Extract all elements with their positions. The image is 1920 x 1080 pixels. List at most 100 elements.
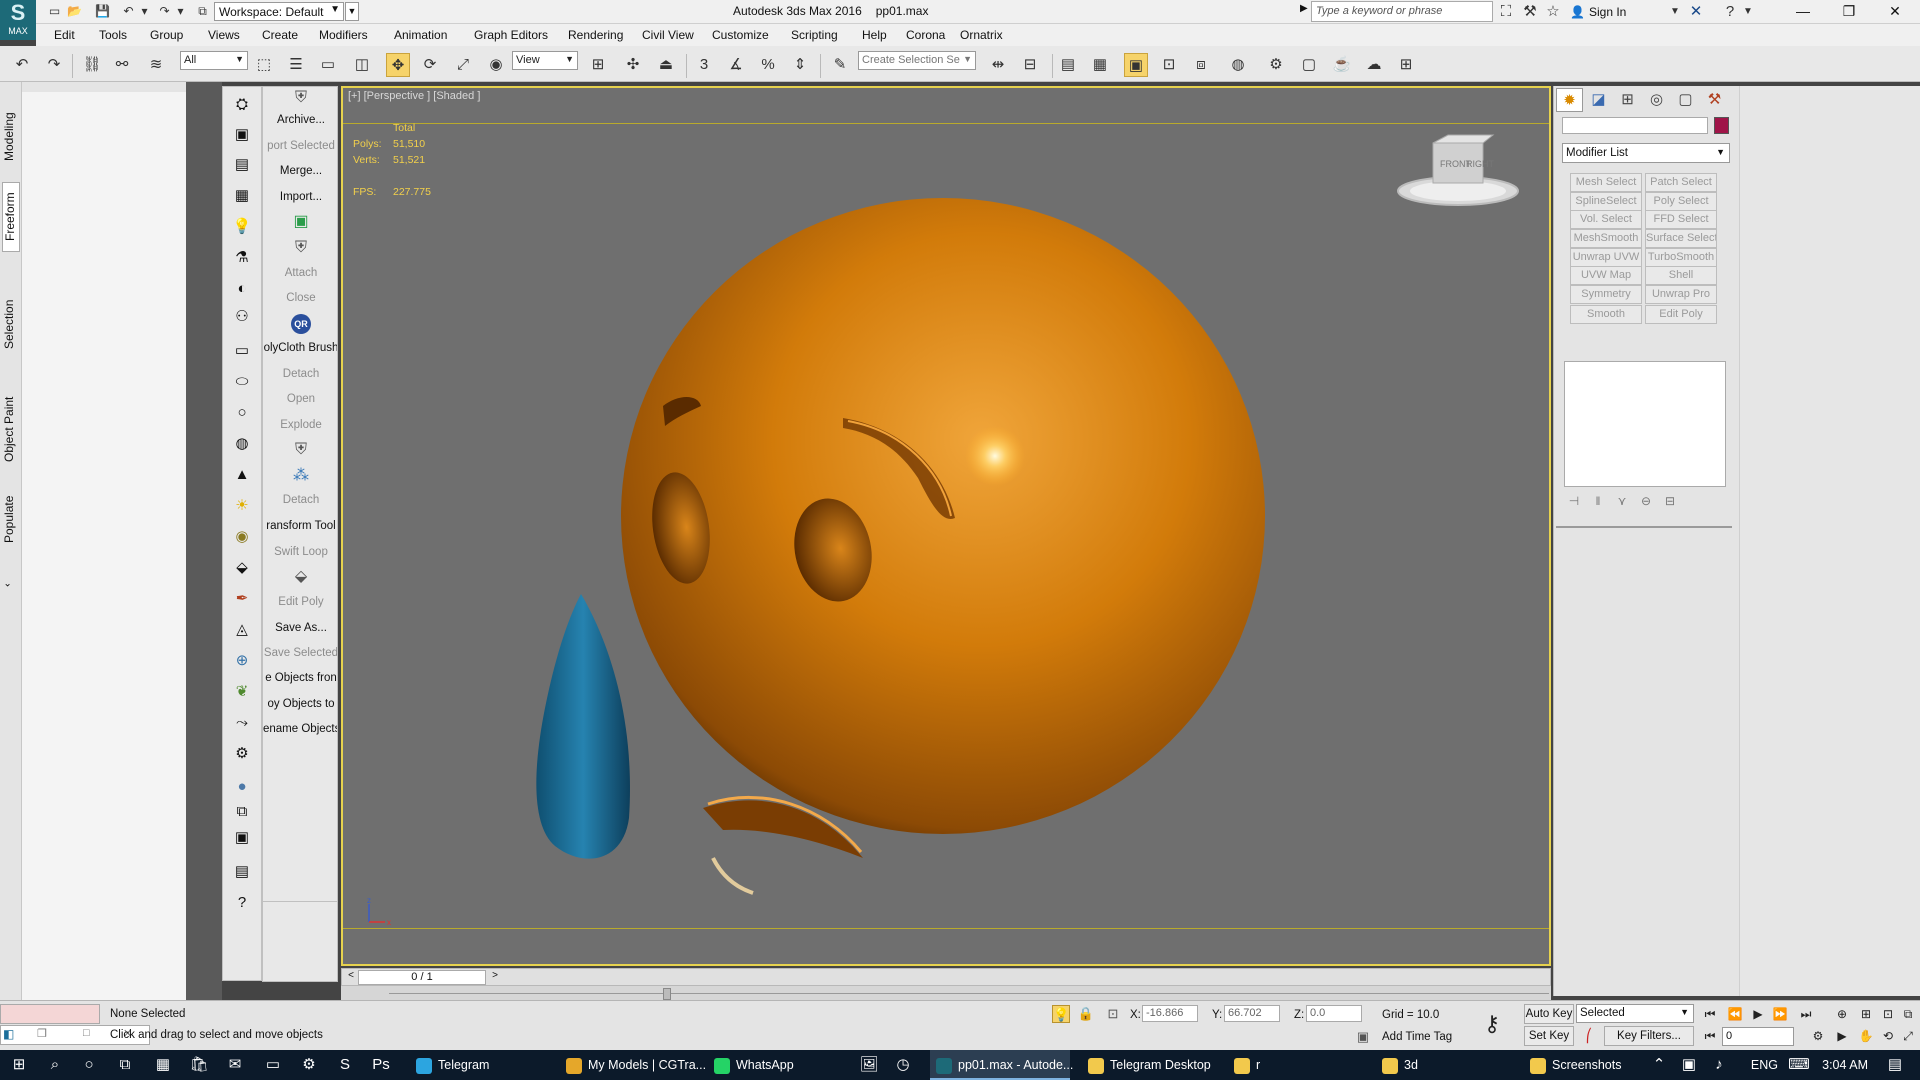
triangle-mesh-icon[interactable]: ◬ <box>231 619 253 641</box>
undo-icon[interactable]: ↶ <box>10 53 34 77</box>
mirror-icon[interactable]: ⇹ <box>986 53 1010 77</box>
modifier-poly-select-button[interactable]: Poly Select <box>1645 192 1717 211</box>
remove-modifier-icon[interactable]: ⊖ <box>1634 494 1658 508</box>
network-icon[interactable]: ⚙ <box>292 1050 326 1080</box>
redo-icon[interactable]: ↷ <box>156 3 173 20</box>
modifier-stack[interactable] <box>1564 361 1726 487</box>
workspace-dropdown[interactable]: Workspace: Default ▼ <box>214 2 344 21</box>
tool-save-selected[interactable]: Save Selected <box>263 642 337 664</box>
modifier-ffd-select-button[interactable]: FFD Select <box>1645 210 1717 229</box>
mail-icon[interactable]: ✉ <box>218 1050 252 1080</box>
dots-icon[interactable]: ⁂ <box>263 465 337 487</box>
tool-e-objects-fron[interactable]: e Objects fron <box>263 667 337 689</box>
blue-sphere-icon[interactable]: ● <box>231 776 253 798</box>
previous-frame-icon[interactable]: ⏪ <box>1725 1005 1745 1023</box>
menu-rendering[interactable]: Rendering <box>568 28 623 42</box>
undo-dropdown-icon[interactable]: ▾ <box>136 3 153 20</box>
taskbar-app-r[interactable]: r <box>1228 1050 1358 1080</box>
tool-ename-objects[interactable]: ename Objects <box>263 718 337 740</box>
time-configuration-icon[interactable]: ⚙ <box>1808 1027 1828 1045</box>
taskbar-app-telegram-desktop[interactable]: Telegram Desktop <box>1082 1050 1222 1080</box>
snaps-toggle-icon[interactable]: 3 <box>692 53 716 77</box>
menu-tools[interactable]: Tools <box>99 28 127 42</box>
tool-save-as[interactable]: Save As... <box>263 617 337 639</box>
menu-customize[interactable]: Customize <box>712 28 769 42</box>
modifier-patch-select-button[interactable]: Patch Select <box>1645 173 1717 192</box>
zoom-icon[interactable]: ⊕ <box>1832 1005 1852 1023</box>
menu-help[interactable]: Help <box>862 28 887 42</box>
tool-ransform-tool[interactable]: ransform Tool <box>263 515 337 537</box>
time-slider-next-icon[interactable]: > <box>488 970 502 984</box>
settings-icon[interactable]: ▤ <box>231 861 253 883</box>
play-icon[interactable]: ▶ <box>1748 1005 1768 1023</box>
reference-coordinate-dropdown[interactable]: View ▼ <box>512 51 578 70</box>
volume-icon[interactable]: ♪ <box>1702 1050 1736 1080</box>
curve-editor-icon[interactable]: ⊡ <box>1157 53 1181 77</box>
taskbar-app-pp01-max-autode[interactable]: pp01.max - Autode... <box>930 1050 1073 1080</box>
menu-modifiers[interactable]: Modifiers <box>319 28 368 42</box>
time-tag-icon[interactable]: ▣ <box>1354 1028 1372 1046</box>
ribbon-tab-modeling[interactable]: Modeling <box>2 102 20 172</box>
keyboard-shortcut-override-icon[interactable]: ⏏ <box>654 53 678 77</box>
save-icon[interactable]: 💾 <box>94 3 111 20</box>
rendered-frame-window-icon[interactable]: ▢ <box>1297 53 1321 77</box>
display-lights-icon[interactable]: ▦ <box>231 185 253 207</box>
material-editor-icon[interactable]: ◍ <box>1226 53 1250 77</box>
time-slider-frame[interactable]: 0 / 1 <box>358 970 486 985</box>
notification-icon[interactable]: ▤ <box>1878 1050 1912 1080</box>
go-to-start-icon[interactable]: ⏮ <box>1700 1005 1720 1023</box>
display-shapes-icon[interactable]: ▤ <box>231 154 253 176</box>
modify-tab-icon[interactable]: ◪ <box>1585 88 1612 112</box>
help-dropdown-icon[interactable]: ▼ <box>1738 2 1758 22</box>
search-input[interactable]: Type a keyword or phrase <box>1311 1 1493 22</box>
tray-chevron-icon[interactable]: ⌃ <box>1642 1050 1676 1080</box>
select-by-name-icon[interactable]: ☰ <box>284 53 308 77</box>
task-view-icon[interactable]: ⧉ <box>108 1050 142 1080</box>
add-time-tag-button[interactable]: Add Time Tag <box>1382 1031 1452 1043</box>
minimize-button[interactable]: — <box>1780 0 1826 24</box>
key-mode-dropdown[interactable]: Selected ▼ <box>1576 1004 1694 1023</box>
menu-corona[interactable]: Corona <box>906 28 945 42</box>
orbit-icon[interactable]: ⟲ <box>1878 1027 1898 1045</box>
align-icon[interactable]: ⊟ <box>1018 53 1042 77</box>
pin-stack-icon[interactable]: ⊣ <box>1562 494 1586 508</box>
taskbar-app-telegram[interactable]: Telegram <box>410 1050 550 1080</box>
render-setup-icon[interactable]: ⚙ <box>1264 53 1288 77</box>
modifier-surface-select-button[interactable]: Surface Select <box>1645 229 1717 248</box>
cortana-icon[interactable]: ○ <box>72 1050 106 1080</box>
modifier-splineselect-button[interactable]: SplineSelect <box>1570 192 1642 211</box>
link-icon[interactable]: ⛓ <box>80 53 104 77</box>
shield-icon[interactable]: ⛨ <box>263 87 337 109</box>
ribbon-expand-icon[interactable]: ⌃ <box>2 572 20 592</box>
edit-named-selection-icon[interactable]: ✎ <box>828 53 852 77</box>
viewcube[interactable]: FRONT RIGHT <box>1393 133 1523 213</box>
isolate-selection-icon[interactable]: 💡 <box>1052 1005 1070 1023</box>
calculator-icon[interactable]: ▦ <box>146 1050 180 1080</box>
modifier-symmetry-button[interactable]: Symmetry <box>1570 285 1642 304</box>
set-key-button[interactable]: Set Key <box>1524 1026 1574 1046</box>
create-tab-icon[interactable]: ✹ <box>1556 88 1583 112</box>
undo-icon[interactable]: ↶ <box>120 3 137 20</box>
motion-tab-icon[interactable]: ◎ <box>1643 88 1670 112</box>
binoculars-icon[interactable]: ⛶ <box>1496 2 1516 22</box>
hierarchy-tab-icon[interactable]: ⊞ <box>1614 88 1641 112</box>
torus-icon[interactable]: ◍ <box>231 433 253 455</box>
display-spacewarps-icon[interactable]: ◐ <box>231 278 253 300</box>
exchange-apps-icon[interactable]: ✕ <box>1686 2 1706 22</box>
shield-icon[interactable]: ⛨ <box>263 439 337 461</box>
tool-detach[interactable]: Detach <box>263 489 337 511</box>
time-slider[interactable]: < 0 / 1 > <box>341 968 1551 986</box>
next-frame-icon[interactable]: ⏩ <box>1770 1005 1790 1023</box>
tool-explode[interactable]: Explode <box>263 414 337 436</box>
app-menu-button[interactable]: S MAX <box>0 0 36 40</box>
search-expand-icon[interactable]: ▶ <box>1300 3 1308 14</box>
clock-app-icon[interactable]: ◷ <box>886 1050 920 1080</box>
project-folder-icon[interactable]: ⧉ <box>194 3 211 20</box>
go-to-end-icon[interactable]: ⏭ <box>1796 1005 1816 1023</box>
modifier-list-dropdown[interactable]: Modifier List ▼ <box>1562 143 1730 163</box>
render-icon[interactable]: ▣ <box>231 827 253 849</box>
input-method-icon[interactable]: ⌨ <box>1782 1050 1816 1080</box>
open-file-icon[interactable]: 📂 <box>66 3 83 20</box>
paint-brush-icon[interactable]: ✒ <box>231 588 253 610</box>
menu-group[interactable]: Group <box>150 28 183 42</box>
